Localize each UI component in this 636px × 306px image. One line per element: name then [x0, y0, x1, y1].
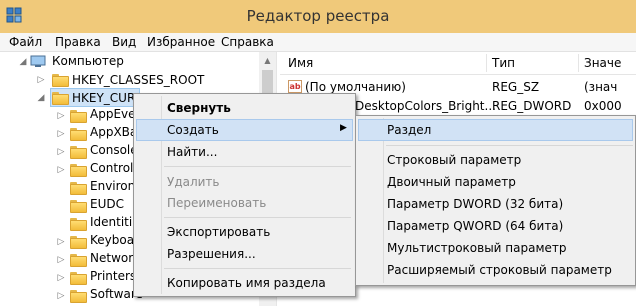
menu-item-permissions[interactable]: Разрешения...	[167, 243, 256, 265]
menu-item-collapse[interactable]: Свернуть	[167, 97, 231, 119]
expand-arrow-icon[interactable]: ▷	[56, 287, 66, 306]
menu-separator	[164, 166, 351, 167]
tree-item-child[interactable]: AppXBa	[90, 125, 137, 139]
collapse-arrow-icon[interactable]: ◢	[36, 89, 46, 108]
list-row-value: 0x000	[584, 99, 622, 113]
tree-item-child[interactable]: Networ	[90, 251, 133, 265]
tree-root-computer[interactable]: Компьютер	[52, 52, 124, 71]
tree-item-child[interactable]: Printers	[90, 269, 136, 283]
menu-edit[interactable]: Правка	[55, 33, 101, 51]
column-value[interactable]: Значе	[584, 52, 621, 74]
expand-arrow-icon[interactable]: ▷	[56, 107, 66, 126]
list-row-type: REG_SZ	[492, 80, 540, 94]
menu-item-find[interactable]: Найти...	[167, 141, 217, 163]
submenu-item-multi-string-value[interactable]: Мультистроковый параметр	[387, 237, 567, 259]
scroll-up-arrow-icon[interactable]: ▲	[259, 52, 276, 69]
column-divider[interactable]	[578, 54, 579, 72]
column-divider[interactable]	[486, 54, 487, 72]
folder-icon	[70, 272, 87, 285]
expand-arrow-icon[interactable]: ▷	[56, 251, 66, 270]
submenu-item-binary-value[interactable]: Двоичный параметр	[387, 171, 516, 193]
create-submenu: Раздел Строковый параметр Двоичный парам…	[355, 115, 636, 286]
menu-item-create[interactable]: Создать	[167, 119, 219, 141]
menu-separator	[164, 268, 351, 269]
expand-arrow-icon[interactable]: ▷	[56, 233, 66, 252]
column-type[interactable]: Тип	[492, 52, 515, 74]
list-row-value: (знач	[584, 80, 618, 94]
folder-icon	[70, 182, 87, 195]
menu-item-export[interactable]: Экспортировать	[167, 221, 270, 243]
list-row-type: REG_DWORD	[492, 99, 572, 113]
expand-arrow-icon[interactable]: ▷	[56, 143, 66, 162]
submenu-arrow-icon: ▶	[340, 123, 347, 133]
folder-icon	[70, 200, 87, 213]
list-row-name[interactable]: DesktopColors_Bright...	[355, 97, 496, 115]
tree-item-child[interactable]: AppEve	[90, 107, 136, 121]
expand-arrow-icon[interactable]: ▷	[56, 161, 66, 180]
submenu-item-dword-value[interactable]: Параметр DWORD (32 бита)	[387, 193, 563, 215]
submenu-item-string-value[interactable]: Строковый параметр	[387, 149, 521, 171]
collapse-arrow-icon[interactable]: ◢	[18, 53, 28, 72]
expand-arrow-icon[interactable]: ▷	[56, 125, 66, 144]
window-title: Редактор реестра	[246, 7, 390, 25]
tree-item-child[interactable]: Identiti	[90, 215, 132, 229]
folder-icon	[52, 92, 69, 105]
menu-view[interactable]: Вид	[112, 33, 136, 51]
expand-arrow-icon[interactable]: ▷	[56, 269, 66, 288]
submenu-item-key[interactable]: Раздел	[387, 119, 431, 141]
menu-file[interactable]: Файл	[9, 33, 42, 51]
column-name[interactable]: Имя	[288, 52, 313, 74]
menu-item-delete: Удалить	[167, 175, 220, 189]
folder-icon	[70, 254, 87, 267]
string-value-icon: ab	[288, 80, 302, 93]
folder-icon	[70, 110, 87, 123]
tree-item-child[interactable]: EUDC	[90, 197, 124, 211]
menu-item-copy-key-name[interactable]: Копировать имя раздела	[167, 272, 326, 294]
menu-separator	[386, 145, 633, 146]
folder-icon	[70, 218, 87, 231]
submenu-item-qword-value[interactable]: Параметр QWORD (64 бита)	[387, 215, 563, 237]
menu-help[interactable]: Справка	[221, 33, 274, 51]
menu-gutter	[383, 118, 384, 283]
folder-icon	[70, 236, 87, 249]
expand-arrow-icon[interactable]: ▷	[36, 71, 46, 90]
tree-item-child[interactable]: Console	[90, 143, 138, 157]
folder-icon	[70, 164, 87, 177]
tree-item-child[interactable]: Keyboa	[90, 233, 134, 247]
folder-icon	[70, 128, 87, 141]
folder-icon	[70, 146, 87, 159]
list-header	[280, 52, 636, 75]
submenu-item-expandable-string-value[interactable]: Расширяемый строковый параметр	[387, 259, 612, 281]
context-menu: Свернуть Создать Найти... Удалить Переим…	[133, 93, 356, 297]
folder-icon	[52, 74, 69, 87]
menu-bar: Файл Правка Вид Избранное Справка	[0, 33, 636, 52]
menu-separator	[164, 217, 351, 218]
folder-icon	[70, 290, 87, 303]
menu-item-rename: Переименовать	[167, 196, 267, 210]
tree-item-child[interactable]: Environ	[90, 179, 135, 193]
computer-icon	[30, 55, 46, 68]
tree-item-child[interactable]: Control	[90, 161, 133, 175]
menu-favorites[interactable]: Избранное	[147, 33, 215, 51]
